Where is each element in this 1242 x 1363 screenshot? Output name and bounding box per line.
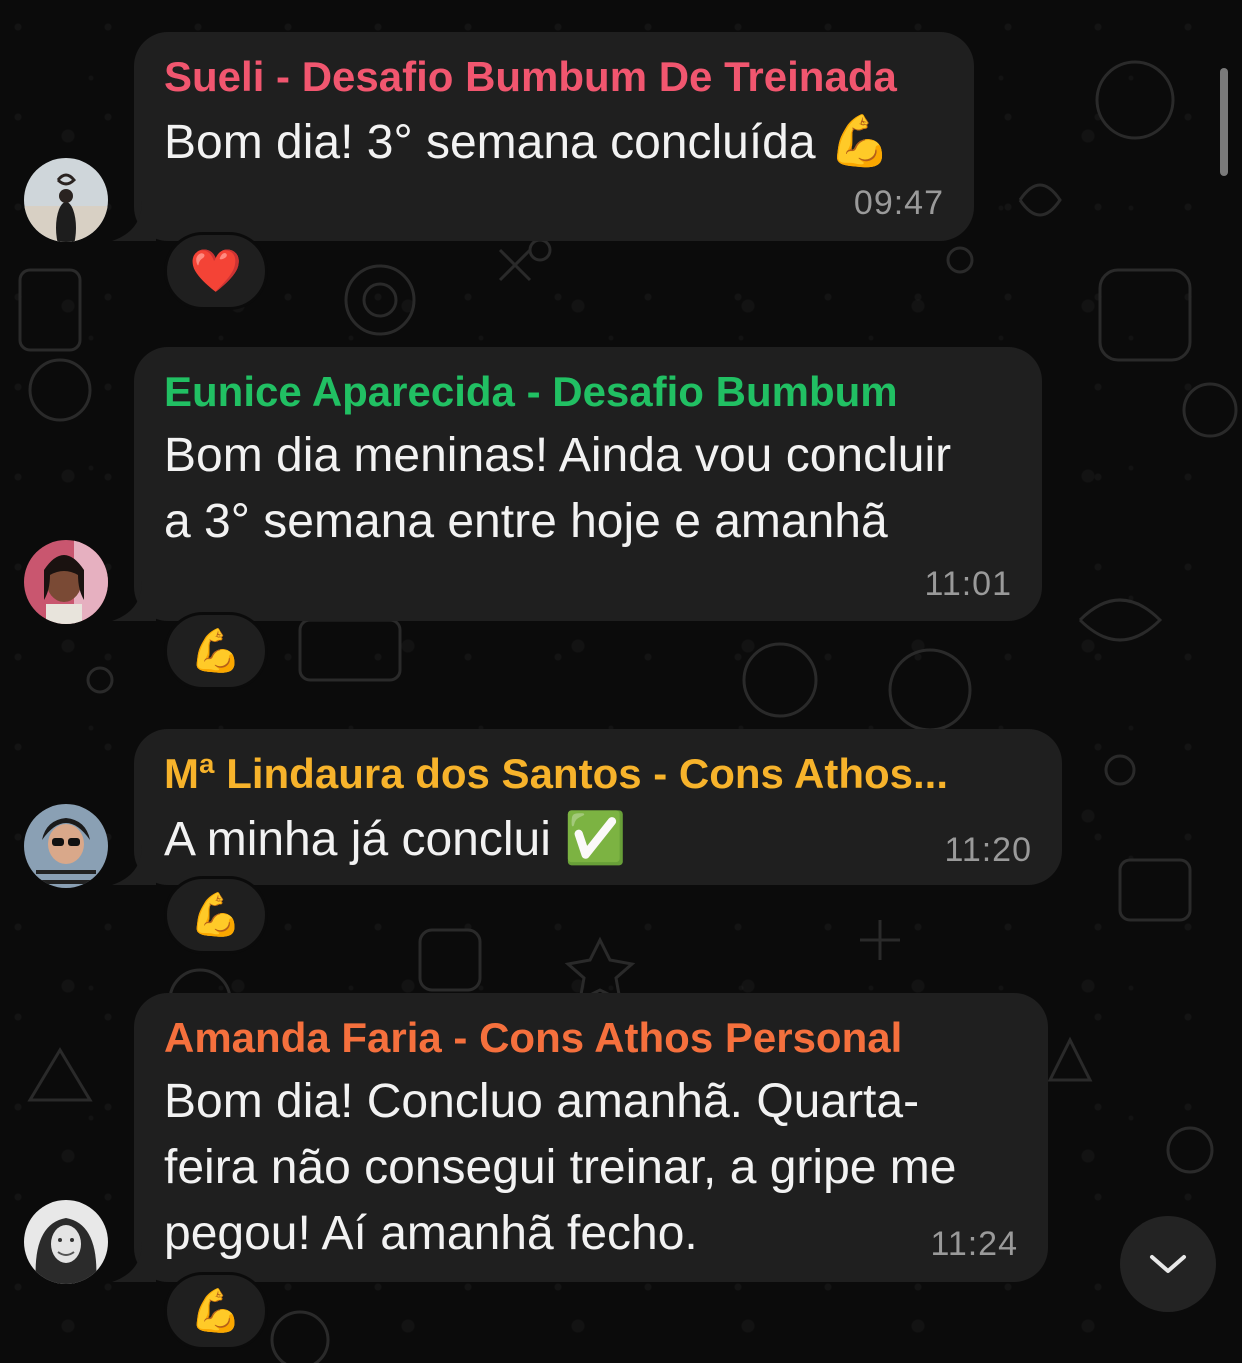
sender-name[interactable]: Mª Lindaura dos Santos - Cons Athos...	[164, 749, 1032, 799]
message-text: A minha já conclui ✅	[164, 805, 1032, 873]
message-bubble[interactable]: Mª Lindaura dos Santos - Cons Athos... A…	[112, 729, 1062, 885]
message-text: Bom dia! 3° semana concluída 💪	[164, 108, 944, 176]
timestamp: 11:01	[924, 565, 1012, 603]
message-bubble[interactable]: Sueli - Desafio Bumbum De Treinada Bom d…	[112, 32, 974, 241]
check-mark-emoji: ✅	[564, 810, 627, 866]
chevron-down-icon	[1150, 1255, 1186, 1273]
message-text-line: Bom dia meninas! Ainda vou concluir	[164, 429, 952, 482]
sender-name[interactable]: Sueli - Desafio Bumbum De Treinada	[164, 52, 944, 102]
message-text-line: feira não consegui treinar, a gripe me	[164, 1141, 957, 1194]
message-text: Bom dia! Concluo amanhã. Quarta- feira n…	[164, 1069, 1018, 1267]
avatar-image	[24, 1200, 108, 1284]
timestamp: 09:47	[853, 184, 944, 222]
flexed-biceps-emoji: 💪	[828, 113, 892, 169]
timestamp: 11:20	[944, 831, 1032, 869]
avatar[interactable]	[24, 158, 108, 242]
flexed-biceps-emoji: 💪	[189, 1286, 243, 1334]
bubble-tail	[112, 1242, 156, 1282]
message-text: Bom dia meninas! Ainda vou concluir a 3°…	[164, 423, 1012, 555]
scrollbar-thumb[interactable]	[1220, 68, 1228, 176]
bubble-tail	[112, 845, 156, 885]
reaction-badge[interactable]: 💪	[164, 612, 268, 690]
message-bubble[interactable]: Amanda Faria - Cons Athos Personal Bom d…	[112, 993, 1048, 1282]
avatar-image	[24, 804, 108, 888]
reaction-badge[interactable]: 💪	[164, 876, 268, 954]
sender-name[interactable]: Amanda Faria - Cons Athos Personal	[164, 1013, 1018, 1063]
flexed-biceps-emoji: 💪	[189, 890, 243, 938]
message-text-line: a 3° semana entre hoje e amanhã	[164, 495, 888, 548]
bubble-tail	[112, 201, 156, 241]
message-text-line: Bom dia! Concluo amanhã. Quarta-	[164, 1075, 920, 1128]
reaction-badge[interactable]: 💪	[164, 1272, 268, 1350]
avatar-image	[24, 540, 108, 624]
bubble-tail	[112, 581, 156, 621]
sender-name[interactable]: Eunice Aparecida - Desafio Bumbum	[164, 367, 1012, 417]
flexed-biceps-emoji: 💪	[189, 626, 243, 674]
avatar[interactable]	[24, 1200, 108, 1284]
heart-emoji: ❤️	[189, 246, 243, 294]
scroll-to-bottom-button[interactable]	[1120, 1216, 1216, 1312]
timestamp: 11:24	[930, 1225, 1018, 1263]
message-text-content: A minha já conclui	[164, 813, 551, 866]
message-bubble[interactable]: Eunice Aparecida - Desafio Bumbum Bom di…	[112, 347, 1042, 621]
avatar[interactable]	[24, 804, 108, 888]
message-text-line: pegou! Aí amanhã fecho.	[164, 1207, 698, 1260]
avatar-image	[24, 158, 108, 242]
avatar[interactable]	[24, 540, 108, 624]
reaction-badge[interactable]: ❤️	[164, 232, 268, 310]
message-text-content: Bom dia! 3° semana concluída	[164, 116, 816, 169]
